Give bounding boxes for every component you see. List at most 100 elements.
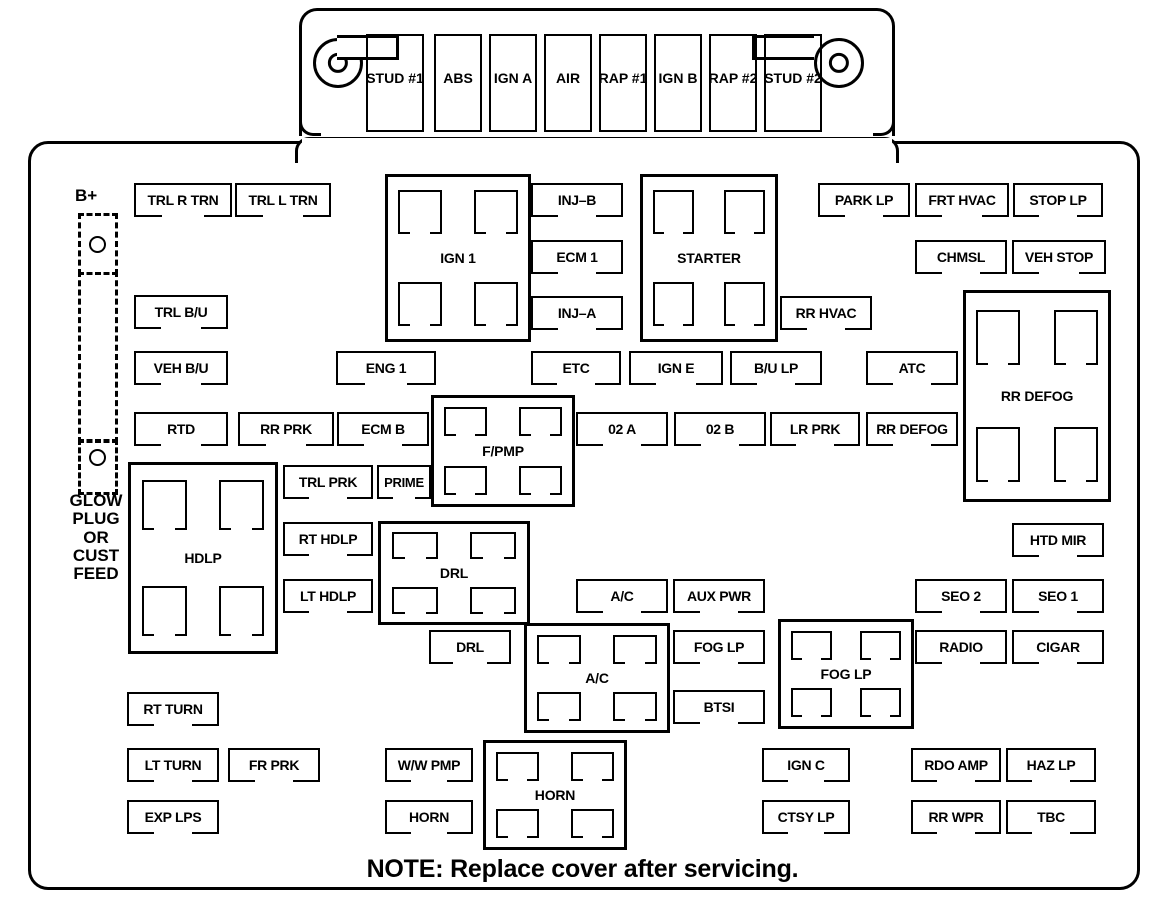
relay-terminal-2 [724, 190, 765, 235]
relay-terminal-3 [791, 688, 832, 718]
relay-terminal-2 [474, 190, 518, 235]
fuse-rt-turn-39[interactable]: RT TURN [127, 692, 219, 727]
fuse-atc-23[interactable]: ATC [866, 351, 958, 386]
fuse-inj-a-15[interactable]: INJ–A [531, 296, 623, 331]
bplus-label: B+ [75, 186, 98, 205]
relay-a-c-6[interactable]: A/C [524, 623, 670, 733]
fuse-ign-c-45[interactable]: IGN C [762, 748, 850, 783]
relay-terminal-2 [519, 407, 562, 437]
fuse-veh-b-u-3[interactable]: VEH B/U [134, 351, 228, 386]
fuse-etc-16[interactable]: ETC [531, 351, 621, 386]
bplus-stud-hole [89, 236, 106, 253]
glow-plug-stud-hole [89, 449, 106, 466]
fuse-cigar-38[interactable]: CIGAR [1012, 630, 1104, 665]
relay-label: A/C [585, 670, 609, 686]
top-slot-stud-2[interactable]: STUD #2 [764, 34, 822, 132]
relay-terminal-2 [470, 532, 516, 560]
fuse-ctsy-lp-46[interactable]: CTSY LP [762, 800, 850, 835]
fuse-htd-mir-34[interactable]: HTD MIR [1012, 523, 1104, 558]
relay-label: FOG LP [820, 666, 872, 682]
relay-terminal-2 [219, 480, 264, 531]
top-slot-rap-1[interactable]: RAP #1 [599, 34, 647, 132]
fuse-fr-prk-41[interactable]: FR PRK [228, 748, 320, 783]
relay-label: F/PMP [482, 443, 524, 459]
fuse-lr-prk-21[interactable]: LR PRK [770, 412, 860, 447]
fuse-park-lp-25[interactable]: PARK LP [818, 183, 910, 218]
fuse-trl-l-trn-1[interactable]: TRL L TRN [235, 183, 331, 218]
relay-terminal-4 [470, 587, 516, 615]
top-slot-air[interactable]: AIR [544, 34, 592, 132]
fuse-ign-e-17[interactable]: IGN E [629, 351, 723, 386]
relay-terminal-3 [444, 466, 487, 496]
relay-terminal-4 [571, 809, 614, 839]
feed-connector-body [78, 271, 118, 443]
relay-fog-lp-7[interactable]: FOG LP [778, 619, 914, 729]
relay-terminal-4 [724, 282, 765, 327]
top-slot-stud-1[interactable]: STUD #1 [366, 34, 424, 132]
fuse-02-b-20[interactable]: 02 B [674, 412, 766, 447]
relay-f-pmp-3[interactable]: F/PMP [431, 395, 575, 507]
fuse-rtd-5[interactable]: RTD [134, 412, 228, 447]
fuse-rr-defog-22[interactable]: RR DEFOG [866, 412, 958, 447]
fuse-stop-lp-27[interactable]: STOP LP [1013, 183, 1103, 218]
top-slot-rap-2[interactable]: RAP #2 [709, 34, 757, 132]
fuse-prime-9[interactable]: PRIME [377, 465, 431, 500]
fuse-frt-hvac-26[interactable]: FRT HVAC [915, 183, 1009, 218]
relay-terminal-1 [142, 480, 187, 531]
fuse-inj-b-13[interactable]: INJ–B [531, 183, 623, 218]
relay-terminal-1 [398, 190, 442, 235]
fuse-haz-lp-48[interactable]: HAZ LP [1006, 748, 1096, 783]
fuse-exp-lps-42[interactable]: EXP LPS [127, 800, 219, 835]
fuse-rt-hdlp-10[interactable]: RT HDLP [283, 522, 373, 557]
fuse-aux-pwr-31[interactable]: AUX PWR [673, 579, 765, 614]
fuse-02-a-19[interactable]: 02 A [576, 412, 668, 447]
glow-plug-terminal-box [78, 439, 118, 495]
fuse-horn-44[interactable]: HORN [385, 800, 473, 835]
fuse-rdo-amp-47[interactable]: RDO AMP [911, 748, 1001, 783]
service-note: NOTE: Replace cover after servicing. [366, 855, 799, 883]
top-slot-ign-a[interactable]: IGN A [489, 34, 537, 132]
fuse-w-w-pmp-43[interactable]: W/W PMP [385, 748, 473, 783]
fuse-ecm-1-14[interactable]: ECM 1 [531, 240, 623, 275]
relay-terminal-4 [474, 282, 518, 327]
fuse-seo-1-36[interactable]: SEO 1 [1012, 579, 1104, 614]
fuse-rr-prk-6[interactable]: RR PRK [238, 412, 334, 447]
relay-terminal-2 [571, 752, 614, 782]
relay-label: DRL [439, 565, 469, 581]
relay-hdlp-4[interactable]: HDLP [128, 462, 278, 654]
fuse-tbc-50[interactable]: TBC [1006, 800, 1096, 835]
fuse-seo-2-35[interactable]: SEO 2 [915, 579, 1007, 614]
relay-terminal-1 [976, 310, 1020, 366]
housing-seam-mask [302, 138, 892, 146]
fuse-lt-hdlp-11[interactable]: LT HDLP [283, 579, 373, 614]
relay-ign-1-0[interactable]: IGN 1 [385, 174, 531, 342]
relay-terminal-2 [1054, 310, 1098, 366]
fuse-rr-hvac-24[interactable]: RR HVAC [780, 296, 872, 331]
relay-starter-1[interactable]: STARTER [640, 174, 778, 342]
relay-terminal-3 [653, 282, 694, 327]
relay-rr-defog-2[interactable]: RR DEFOG [963, 290, 1111, 502]
relay-terminal-3 [392, 587, 438, 615]
relay-terminal-2 [613, 635, 657, 665]
fuse-veh-stop-29[interactable]: VEH STOP [1012, 240, 1106, 275]
fuse-trl-r-trn-0[interactable]: TRL R TRN [134, 183, 232, 218]
fuse-b-u-lp-18[interactable]: B/U LP [730, 351, 822, 386]
fuse-a-c-30[interactable]: A/C [576, 579, 668, 614]
fuse-eng-1-4[interactable]: ENG 1 [336, 351, 436, 386]
relay-terminal-4 [519, 466, 562, 496]
relay-label: HDLP [184, 550, 222, 566]
fuse-drl-12[interactable]: DRL [429, 630, 511, 665]
fuse-btsi-33[interactable]: BTSI [673, 690, 765, 725]
relay-horn-8[interactable]: HORN [483, 740, 627, 850]
fuse-fog-lp-32[interactable]: FOG LP [673, 630, 765, 665]
top-slot-abs[interactable]: ABS [434, 34, 482, 132]
fuse-lt-turn-40[interactable]: LT TURN [127, 748, 219, 783]
fuse-trl-b-u-2[interactable]: TRL B/U [134, 295, 228, 330]
fuse-chmsl-28[interactable]: CHMSL [915, 240, 1007, 275]
fuse-radio-37[interactable]: RADIO [915, 630, 1007, 665]
fuse-ecm-b-7[interactable]: ECM B [337, 412, 429, 447]
fuse-trl-prk-8[interactable]: TRL PRK [283, 465, 373, 500]
top-slot-ign-b[interactable]: IGN B [654, 34, 702, 132]
fuse-rr-wpr-49[interactable]: RR WPR [911, 800, 1001, 835]
relay-drl-5[interactable]: DRL [378, 521, 530, 625]
